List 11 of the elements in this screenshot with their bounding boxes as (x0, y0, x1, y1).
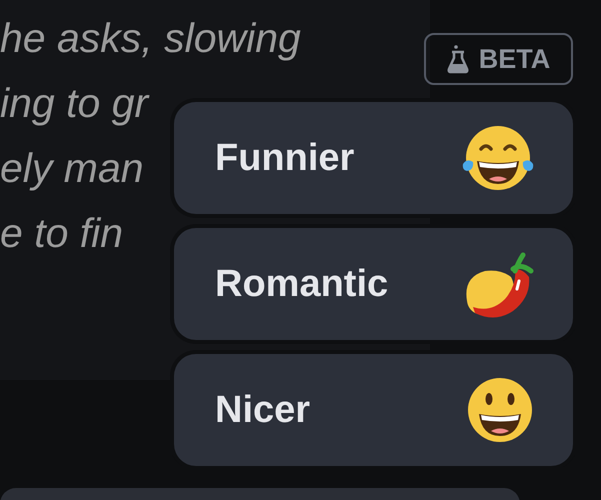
message-text-line: e to fin (0, 209, 124, 258)
rewrite-option-button[interactable]: Romantic (174, 228, 573, 340)
message-text-line: ely man (0, 144, 144, 193)
badge-label: BETA (478, 42, 550, 76)
laughing-tears-emoji-icon (461, 124, 535, 192)
rewrite-option-button[interactable]: Funnier (174, 102, 573, 214)
flask-icon (446, 44, 469, 74)
smiley-face-icon (465, 376, 535, 444)
message-text-line: ing to gr (0, 79, 148, 128)
message-text-line: he asks, slowing (0, 14, 301, 63)
rewrite-option-button[interactable]: Nicer (174, 354, 573, 466)
